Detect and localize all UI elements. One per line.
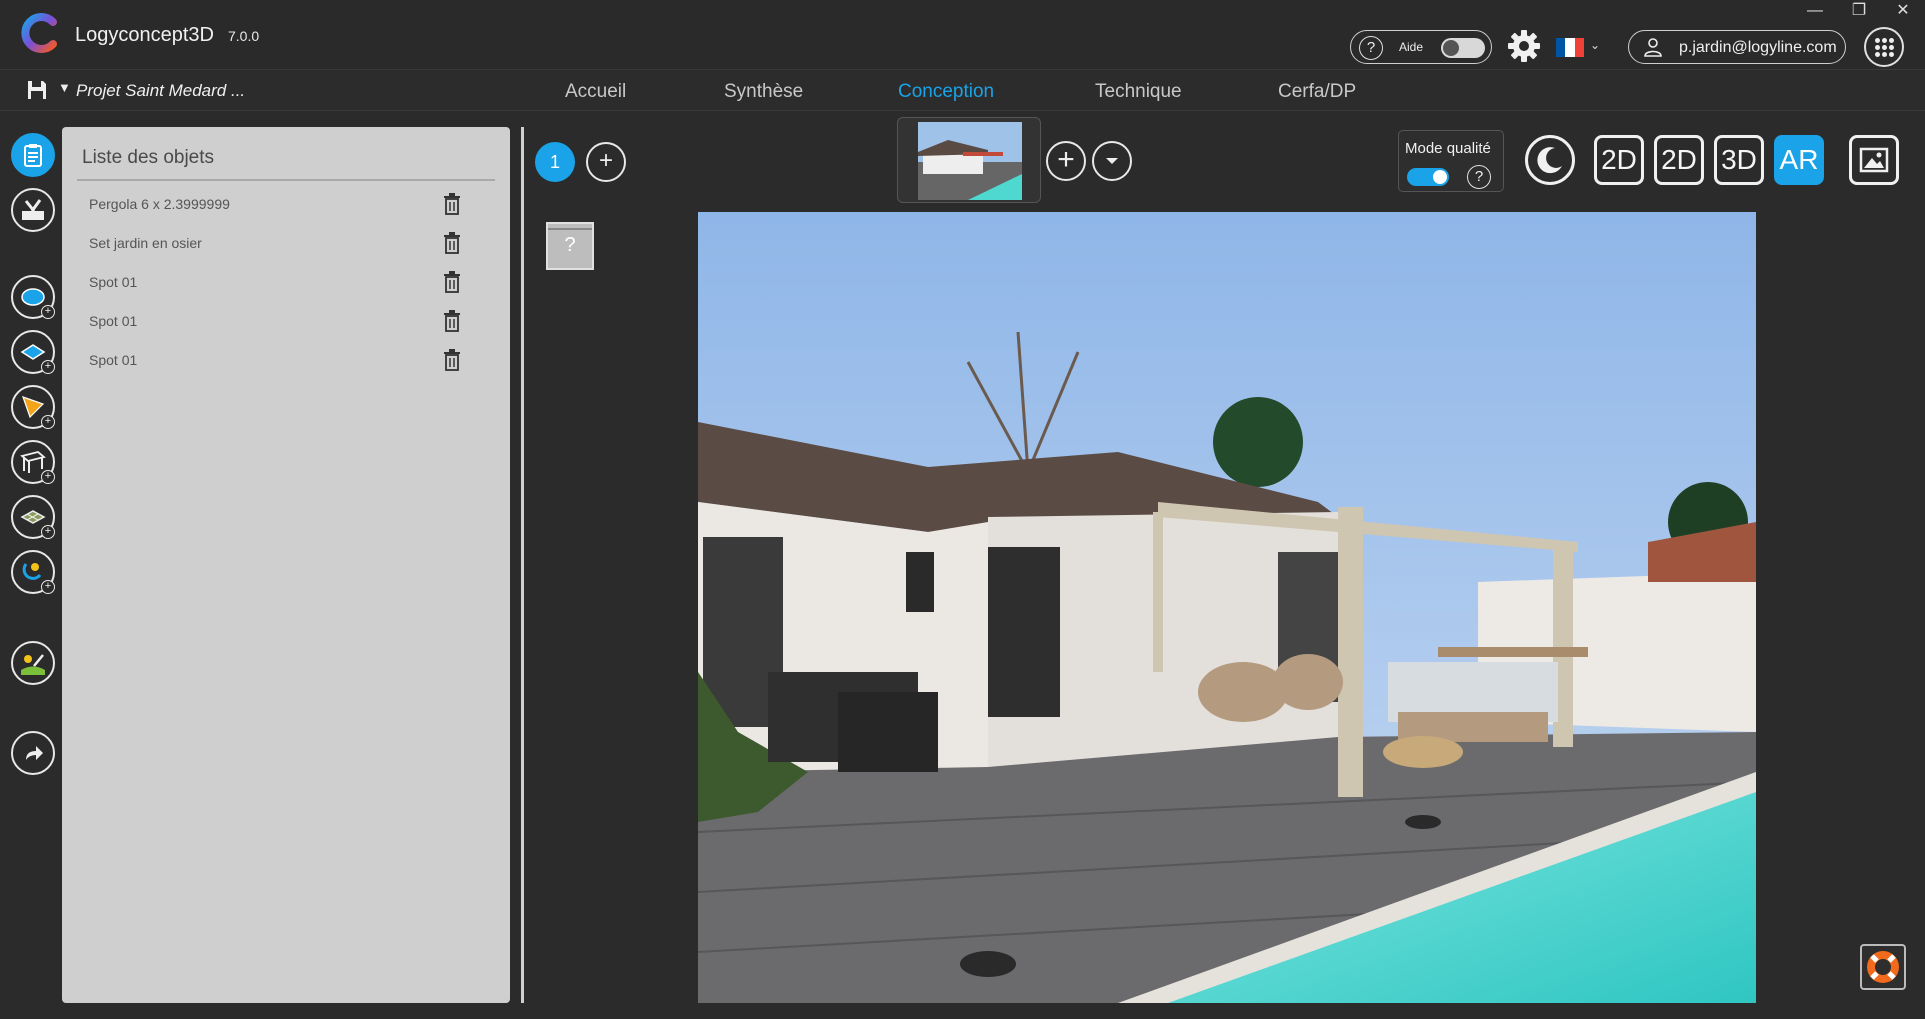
- close-button[interactable]: ✕: [1886, 0, 1920, 24]
- tab-conception[interactable]: Conception: [898, 81, 994, 103]
- object-label: Spot 01: [89, 313, 138, 329]
- share-icon: [26, 746, 43, 760]
- plus-icon: +: [41, 415, 55, 429]
- plus-icon: +: [41, 525, 55, 539]
- minimize-button[interactable]: —: [1798, 0, 1832, 24]
- maximize-button[interactable]: ❐: [1842, 0, 1876, 24]
- toggle-knob: [1443, 40, 1459, 56]
- image-gallery-button[interactable]: [1849, 135, 1899, 185]
- support-button[interactable]: [1860, 944, 1906, 990]
- tab-technique[interactable]: Technique: [1095, 81, 1182, 103]
- page-number-badge[interactable]: 1: [535, 142, 575, 182]
- trash-icon[interactable]: [442, 271, 462, 293]
- view-thumbnail[interactable]: [918, 122, 1022, 200]
- list-item[interactable]: Spot 01: [77, 341, 495, 379]
- object-label: Spot 01: [89, 352, 138, 368]
- add-sail-button[interactable]: +: [11, 385, 55, 429]
- view-2d-button[interactable]: 2D: [1594, 135, 1644, 185]
- tools-icon: [22, 199, 44, 220]
- trash-icon[interactable]: [442, 193, 462, 215]
- lifebuoy-icon: [1867, 951, 1899, 983]
- add-page-button[interactable]: +: [586, 142, 626, 182]
- list-item[interactable]: Spot 01: [77, 302, 495, 340]
- add-pool-button[interactable]: +: [11, 275, 55, 319]
- question-icon: ?: [564, 234, 576, 256]
- tab-accueil[interactable]: Accueil: [565, 81, 626, 103]
- app-name: Logyconcept3D: [75, 24, 214, 46]
- moon-icon: [1537, 147, 1562, 174]
- object-list-button[interactable]: [11, 133, 55, 177]
- plus-icon: +: [41, 470, 55, 484]
- object-label: Pergola 6 x 2.3999999: [89, 196, 230, 212]
- user-icon: [1644, 38, 1662, 57]
- view-2d-5-button[interactable]: 2D: [1654, 135, 1704, 185]
- list-item[interactable]: Spot 01: [77, 263, 495, 301]
- clipboard-icon: [24, 144, 42, 167]
- caret-down-icon[interactable]: ▼: [58, 80, 71, 95]
- panel-resize-handle[interactable]: [521, 127, 524, 1003]
- unknown-layer-button[interactable]: ?: [546, 222, 594, 270]
- apps-grid-button[interactable]: [1864, 27, 1904, 67]
- left-toolbar: + + + + + +: [0, 111, 60, 1019]
- divider: [548, 228, 592, 230]
- plus-icon: +: [41, 580, 55, 594]
- ar-scene-viewport[interactable]: [698, 212, 1756, 1003]
- tools-button[interactable]: [11, 188, 55, 232]
- language-flag-icon[interactable]: [1556, 38, 1584, 57]
- add-ground-button[interactable]: +: [11, 495, 55, 539]
- quality-mode-group: Mode qualité ?: [1398, 130, 1504, 192]
- object-label: Spot 01: [89, 274, 138, 290]
- app-logo-icon: [21, 13, 57, 53]
- user-account-button[interactable]: p.jardin@logyline.com: [1628, 30, 1846, 64]
- nav-bar: ▼ Projet Saint Medard ... Accueil Synthè…: [0, 71, 1925, 111]
- user-email: p.jardin@logyline.com: [1679, 39, 1837, 56]
- tab-synthese[interactable]: Synthèse: [724, 81, 803, 103]
- view-3d-button[interactable]: 3D: [1714, 135, 1764, 185]
- help-toggle-group[interactable]: ? Aide: [1350, 30, 1492, 64]
- object-list-title: Liste des objets: [82, 147, 215, 168]
- chevron-down-icon[interactable]: ⌄: [1590, 38, 1600, 52]
- object-list-panel: Liste des objets Pergola 6 x 2.3999999 S…: [62, 127, 510, 1003]
- toggle-knob: [1433, 170, 1447, 184]
- quality-mode-label: Mode qualité: [1405, 140, 1491, 157]
- trash-icon[interactable]: [442, 310, 462, 332]
- view-thumbnail-strip: [897, 117, 1041, 203]
- night-mode-button[interactable]: [1525, 135, 1575, 185]
- add-view-button[interactable]: +: [1046, 141, 1086, 181]
- share-button[interactable]: [11, 731, 55, 775]
- view-menu-button[interactable]: [1092, 141, 1132, 181]
- view-ar-button[interactable]: AR: [1774, 135, 1824, 185]
- add-magnet-button[interactable]: +: [11, 550, 55, 594]
- tab-cerfa-dp[interactable]: Cerfa/DP: [1278, 81, 1356, 103]
- plus-icon: +: [41, 305, 55, 319]
- trash-icon[interactable]: [442, 232, 462, 254]
- trash-icon[interactable]: [442, 349, 462, 371]
- landscape-edit-icon: [21, 654, 45, 675]
- gear-icon[interactable]: [1506, 28, 1542, 64]
- help-label: Aide: [1399, 40, 1424, 54]
- list-item[interactable]: Pergola 6 x 2.3999999: [77, 185, 495, 223]
- landscape-edit-button[interactable]: [11, 641, 55, 685]
- title-bar: Logyconcept3D 7.0.0 — ❐ ✕ ? Aide ⌄ p.jar: [0, 0, 1925, 70]
- project-name[interactable]: Projet Saint Medard ...: [76, 81, 245, 101]
- add-terrain-button[interactable]: +: [11, 330, 55, 374]
- add-pergola-button[interactable]: +: [11, 440, 55, 484]
- quality-mode-toggle[interactable]: [1407, 168, 1449, 186]
- app-version: 7.0.0: [228, 28, 260, 44]
- divider: [77, 179, 495, 181]
- object-label: Set jardin en osier: [89, 235, 202, 251]
- save-icon[interactable]: [26, 79, 48, 101]
- help-toggle[interactable]: [1441, 38, 1485, 58]
- list-item[interactable]: Set jardin en osier: [77, 224, 495, 262]
- chevron-down-icon: [1106, 158, 1118, 164]
- image-icon: [1859, 147, 1889, 173]
- help-icon: ?: [1359, 36, 1383, 60]
- quality-help-icon[interactable]: ?: [1467, 165, 1491, 189]
- plus-icon: +: [41, 360, 55, 374]
